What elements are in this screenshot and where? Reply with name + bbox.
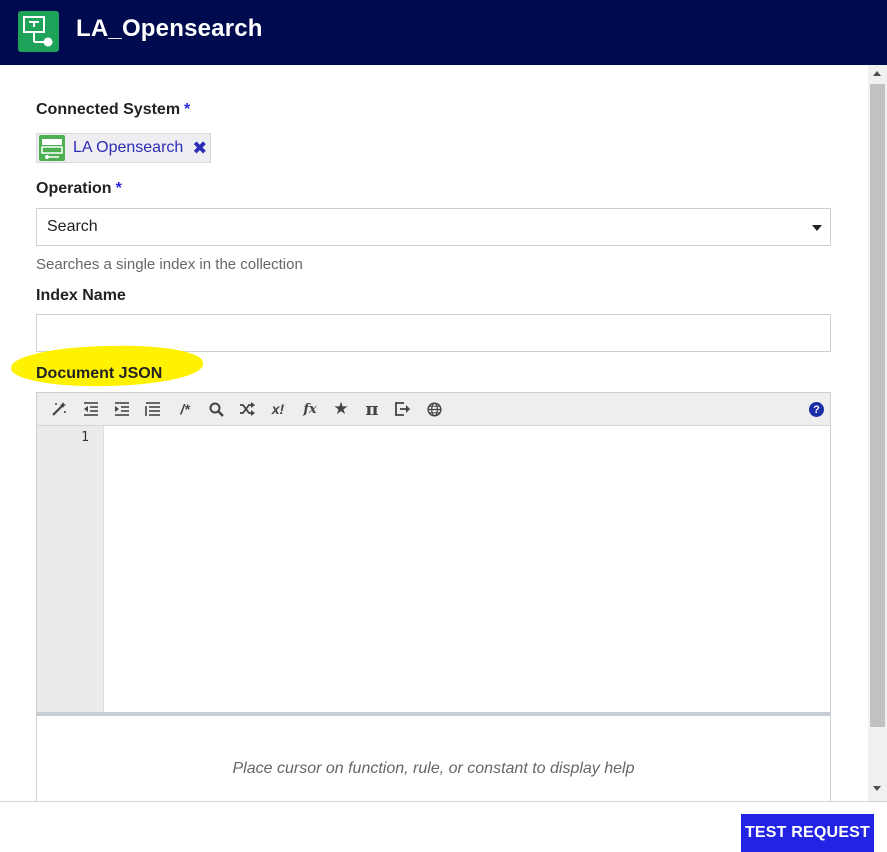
document-json-label: Document JSON (36, 365, 163, 382)
outdent-icon[interactable] (80, 399, 102, 419)
operation-label-text: Operation (36, 180, 112, 197)
operation-dropdown[interactable]: Search (36, 208, 831, 246)
chevron-down-icon (812, 225, 822, 231)
required-mark: * (115, 180, 122, 197)
footer-bar: TEST REQUEST (0, 801, 887, 852)
app-header: LA_Opensearch (0, 0, 887, 65)
comment-icon[interactable]: /* (174, 399, 196, 419)
shuffle-icon[interactable] (236, 399, 258, 419)
connected-system-chip[interactable]: LA Opensearch ✖ (36, 133, 211, 163)
pi-icon[interactable]: π (361, 399, 383, 420)
test-request-button[interactable]: TEST REQUEST (741, 814, 874, 852)
scroll-down-icon[interactable] (873, 786, 881, 791)
help-message: Place cursor on function, rule, or const… (232, 760, 635, 777)
code-editor-area[interactable] (104, 426, 830, 712)
star-icon[interactable]: ★ (330, 399, 352, 419)
app-logo-icon (18, 11, 59, 52)
format-icon[interactable] (48, 399, 70, 419)
operation-selected-value: Search (47, 218, 98, 235)
operation-label: Operation * (36, 180, 122, 198)
scroll-up-icon[interactable] (873, 71, 881, 76)
globe-icon[interactable] (423, 399, 445, 419)
form-content: Connected System * LA Opensearch ✖ Operat… (0, 65, 868, 801)
connected-system-chip-label[interactable]: LA Opensearch (73, 139, 183, 157)
operation-description: Searches a single index in the collectio… (36, 256, 303, 273)
page-title: LA_Opensearch (76, 15, 263, 42)
vertical-scrollbar[interactable] (868, 65, 887, 801)
expression-editor[interactable]: /* x! fx ★ π ? 1 Place cursor on functio… (36, 392, 831, 801)
line-number-gutter: 1 (37, 426, 104, 712)
remove-chip-icon[interactable]: ✖ (192, 139, 207, 157)
line-number: 1 (81, 430, 89, 445)
indent-icon[interactable] (111, 399, 133, 419)
required-mark: * (184, 101, 191, 118)
connected-system-label-text: Connected System (36, 101, 181, 118)
scrollbar-thumb[interactable] (870, 84, 885, 727)
search-icon[interactable] (205, 399, 227, 419)
list-icon[interactable] (142, 399, 164, 419)
connected-system-label: Connected System * (36, 101, 190, 119)
test-icon[interactable]: x! (267, 399, 289, 419)
editor-help-icon[interactable]: ? (809, 402, 824, 417)
export-icon[interactable] (392, 399, 414, 419)
connected-system-icon (39, 135, 65, 161)
index-name-label: Index Name (36, 287, 126, 304)
editor-toolbar: /* x! fx ★ π ? (37, 393, 830, 426)
function-icon[interactable]: fx (299, 399, 321, 419)
editor-help-panel: Place cursor on function, rule, or const… (37, 716, 830, 801)
